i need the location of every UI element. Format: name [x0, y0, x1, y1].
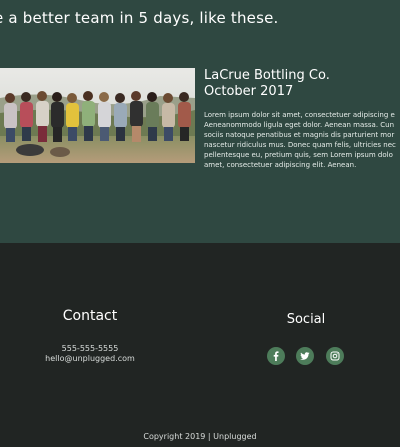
description-line: sociis natoque penatibus et magnis dis p…	[204, 131, 395, 139]
contact-phone[interactable]: 555-555-5555	[20, 344, 160, 354]
instagram-icon[interactable]	[326, 347, 344, 365]
description-line: Lorem ipsum dolor sit amet, consectetuer…	[204, 111, 395, 119]
description-line: nascetur ridiculus mus. Donec quam felis…	[204, 141, 396, 149]
copyright-text: Copyright 2019 | Unplugged	[143, 432, 257, 441]
hero-title: e a better team in 5 days, like these.	[0, 9, 279, 27]
contact-heading: Contact	[62, 308, 118, 324]
social-heading: Social	[286, 312, 326, 327]
facebook-icon[interactable]	[267, 347, 285, 365]
case-study-description: Lorem ipsum dolor sit amet, consectetuer…	[204, 110, 400, 170]
twitter-icon[interactable]	[296, 347, 314, 365]
case-study-date: October 2017	[204, 84, 294, 99]
case-study-title: LaCrue Bottling Co. October 2017	[204, 68, 400, 100]
hero-section: e a better team in 5 days, like these. L…	[0, 0, 400, 243]
description-line: pellentesque eu, pretium quis, sem Lorem…	[204, 151, 393, 159]
team-photo	[0, 68, 195, 163]
description-line: Aeneanommodo ligula eget dolor. Aenean m…	[204, 121, 395, 129]
description-line: amet, consectetuer adipiscing elit. Aene…	[204, 161, 357, 169]
company-name: LaCrue Bottling Co.	[204, 68, 330, 83]
contact-email[interactable]: hello@unplugged.com	[20, 354, 160, 364]
